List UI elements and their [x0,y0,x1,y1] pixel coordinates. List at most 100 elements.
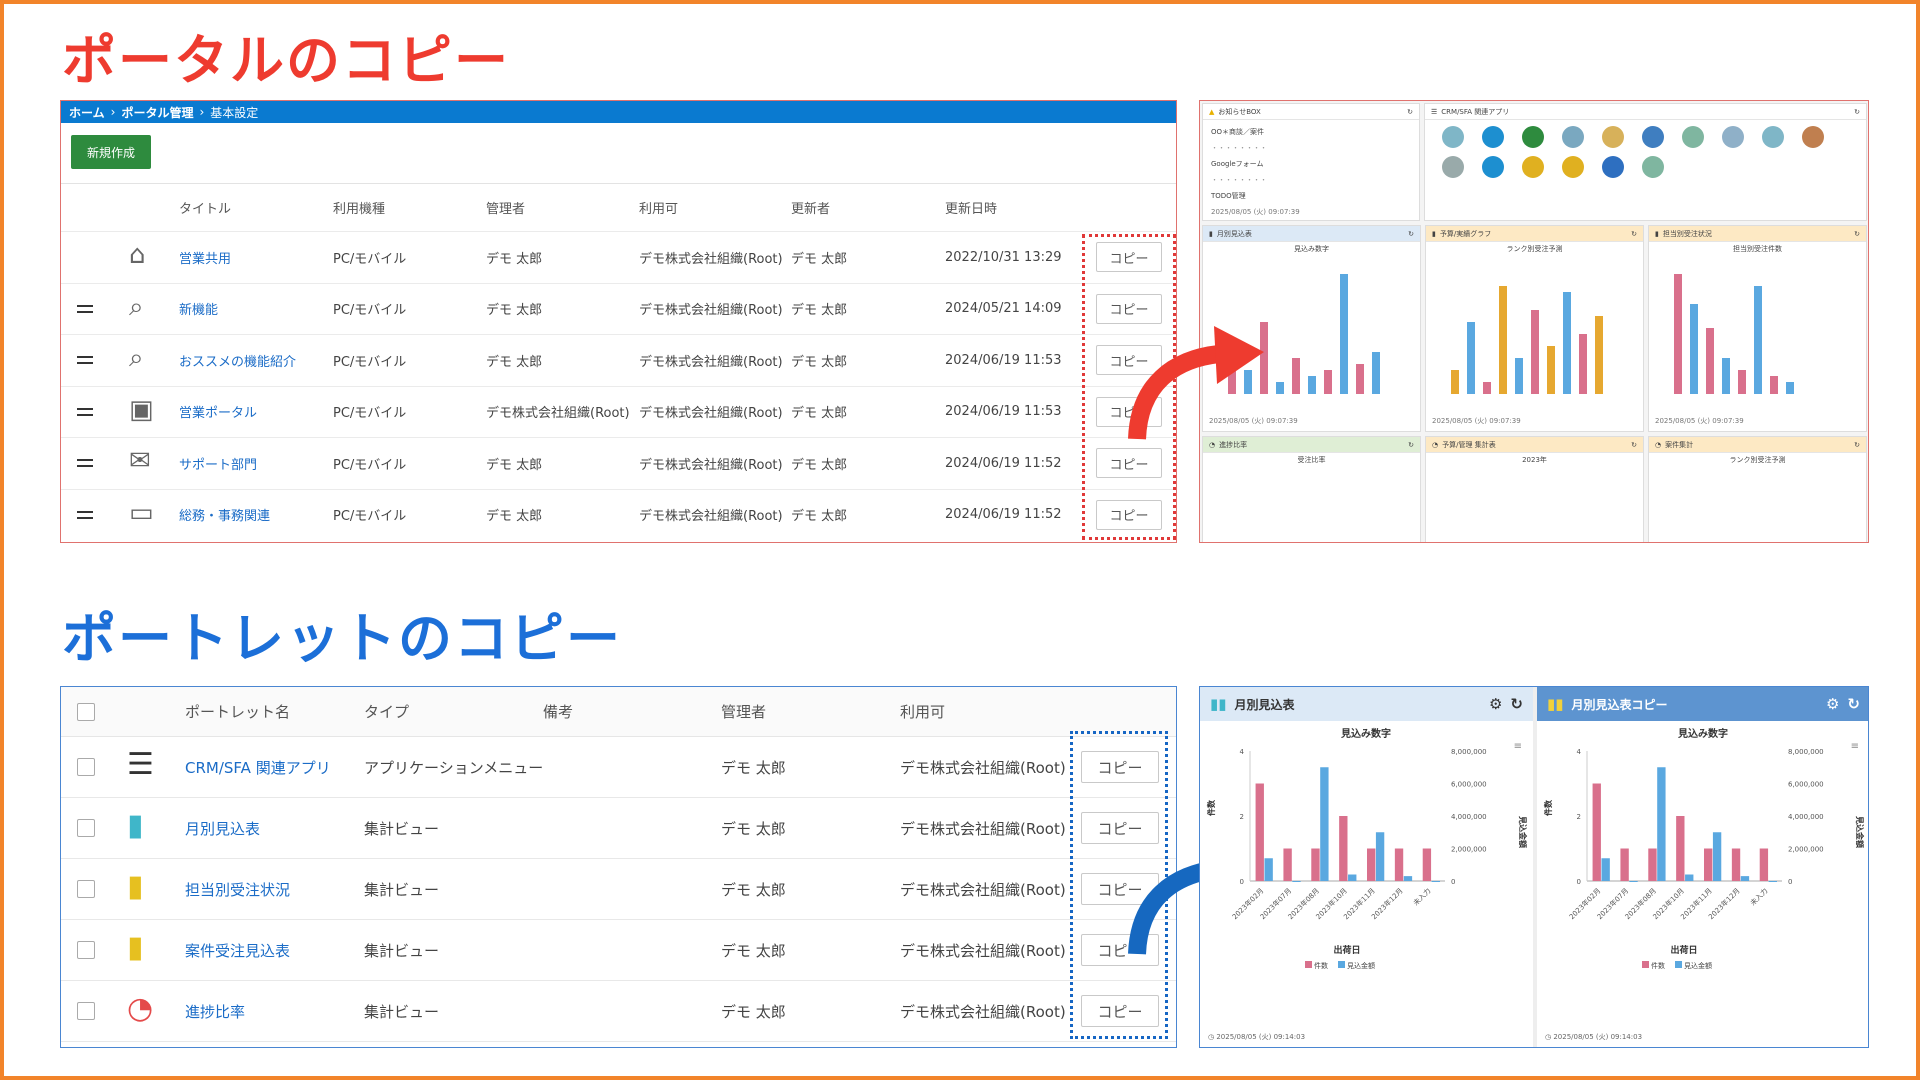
admin-cell: デモ 太郎 [721,1003,786,1021]
bar-amount [1292,881,1301,882]
bar-chart-icon: ▮ [127,808,144,843]
portal-title-link[interactable]: 営業ポータル [179,402,257,421]
refresh-icon[interactable]: ↻ [1847,695,1860,713]
app-icon[interactable] [1522,126,1544,148]
app-icon[interactable] [1642,156,1664,178]
column-updater[interactable]: 更新者 [791,198,830,217]
notice-item[interactable]: OO＊商談／案件 [1211,124,1411,140]
bar-amount [1768,881,1777,882]
portal-title-link[interactable]: 営業共用 [179,248,231,267]
bar-chart-icon: ▮ [1655,229,1659,238]
column-updated[interactable]: 更新日時 [945,198,997,217]
app-icon[interactable] [1482,126,1504,148]
row-checkbox[interactable] [77,880,95,898]
column-admin[interactable]: 管理者 [486,198,525,217]
app-icon[interactable] [1642,126,1664,148]
app-icon[interactable] [1482,156,1504,178]
bar-amount [1264,858,1273,881]
row-checkbox[interactable] [77,819,95,837]
app-icon[interactable] [1682,126,1704,148]
app-icon[interactable] [1442,126,1464,148]
refresh-icon[interactable]: ↻ [1408,230,1414,238]
portlet-name-link[interactable]: 月別見込表 [185,818,260,839]
refresh-icon[interactable]: ↻ [1631,230,1637,238]
portlet-name-link[interactable]: CRM/SFA 関連アプリ [185,757,331,778]
row-checkbox[interactable] [77,758,95,776]
refresh-icon[interactable]: ↻ [1407,108,1413,116]
column-type[interactable]: タイプ [364,701,409,722]
row-checkbox[interactable] [77,1002,95,1020]
app-icon[interactable] [1762,126,1784,148]
bar-amount [1657,767,1666,881]
column-remarks[interactable]: 備考 [543,701,573,722]
drag-handle-icon[interactable] [77,510,93,519]
bar-count [1394,848,1404,881]
app-icon[interactable] [1602,156,1624,178]
new-button[interactable]: 新規作成 [71,135,151,169]
usable-cell: デモ株式会社組織(Root) [900,759,1066,777]
app-icon[interactable] [1722,126,1744,148]
drag-handle-icon[interactable] [77,459,93,467]
refresh-icon[interactable]: ↻ [1631,441,1637,449]
app-icon[interactable] [1802,126,1824,148]
panel-subtitle: 2023年 [1522,456,1547,464]
column-admin[interactable]: 管理者 [721,701,766,722]
select-all-checkbox[interactable] [77,703,95,721]
app-icon[interactable] [1442,156,1464,178]
refresh-icon[interactable]: ↻ [1854,230,1860,238]
portlet-name-link[interactable]: 進捗比率 [185,1001,245,1022]
gear-icon[interactable]: ⚙ [1826,695,1839,713]
admin-cell: デモ 太郎 [721,942,786,960]
updater-cell: デモ 太郎 [791,457,848,473]
breadcrumb: ホーム › ポータル管理 › 基本設定 [61,101,1176,123]
table-row: ⌕ 新機能 PC/モバイル デモ 太郎 デモ株式会社組織(Root) デモ 太郎 2024/… [61,282,1176,334]
column-title[interactable]: タイトル [179,198,231,217]
bar-count [1283,848,1292,881]
notice-item[interactable]: Googleフォーム [1211,156,1411,172]
panel-subtitle: 受注比率 [1297,456,1326,464]
chart-svg: 見込み数字 0 2 4 0 2,000,000 4,000,000 6,000,000 8,00… [1206,727,1528,1041]
updater-cell: デモ 太郎 [791,303,848,318]
portal-title-link[interactable]: おススメの機能紹介 [179,351,296,370]
portlet-name-link[interactable]: 担当別受注状況 [185,879,290,900]
gear-icon[interactable]: ⚙ [1489,695,1502,713]
mini-bar [1531,310,1539,394]
mini-bar [1674,274,1682,394]
breadcrumb-home[interactable]: ホーム [69,104,105,121]
refresh-icon[interactable]: ↻ [1854,441,1860,449]
refresh-icon[interactable]: ↻ [1408,441,1414,449]
app-icon[interactable] [1562,126,1584,148]
refresh-icon[interactable]: ↻ [1854,108,1860,116]
app-icon[interactable] [1602,126,1624,148]
portal-title-link[interactable]: 総務・事務関連 [179,505,270,524]
column-portlet-name[interactable]: ポートレット名 [185,701,290,722]
column-usable[interactable]: 利用可 [900,701,945,722]
refresh-icon[interactable]: ↻ [1510,695,1523,713]
x-axis-label: 出荷日 [1670,944,1697,956]
notice-item[interactable]: TODO管理 [1211,188,1411,204]
portlet-name-link[interactable]: 案件受注見込表 [185,940,290,961]
usable-cell: デモ株式会社組織(Root) [639,457,783,473]
breadcrumb-portal-admin[interactable]: ポータル管理 [121,104,193,121]
list-icon: ☰ [1431,107,1438,116]
panel-title: 月別見込表 [1216,229,1252,238]
app-icon[interactable] [1562,156,1584,178]
legend-label: 見込金額 [1347,961,1375,970]
drag-handle-icon[interactable] [77,407,93,416]
y2-tick-label: 8,000,000 [1451,748,1487,756]
column-usable[interactable]: 利用可 [639,198,678,217]
column-device[interactable]: 利用機種 [333,198,385,217]
bar-count [1339,816,1348,881]
app-icon[interactable] [1522,156,1544,178]
table-row: ⌕ おススメの機能紹介 PC/モバイル デモ 太郎 デモ株式会社組織(Root) デモ 太… [61,334,1176,385]
usable-cell: デモ株式会社組織(Root) [900,820,1066,838]
panel-subtitle: ランク別受注予測 [1729,456,1786,464]
legend-swatch [1675,961,1682,968]
breadcrumb-separator: › [110,105,116,119]
panel-timestamp: 2025/08/05 (火) 09:07:39 [1655,417,1744,425]
drag-handle-icon[interactable] [77,356,93,364]
row-checkbox[interactable] [77,941,95,959]
portal-title-link[interactable]: 新機能 [179,299,218,318]
portal-title-link[interactable]: サポート部門 [179,454,257,473]
drag-handle-icon[interactable] [77,304,93,313]
